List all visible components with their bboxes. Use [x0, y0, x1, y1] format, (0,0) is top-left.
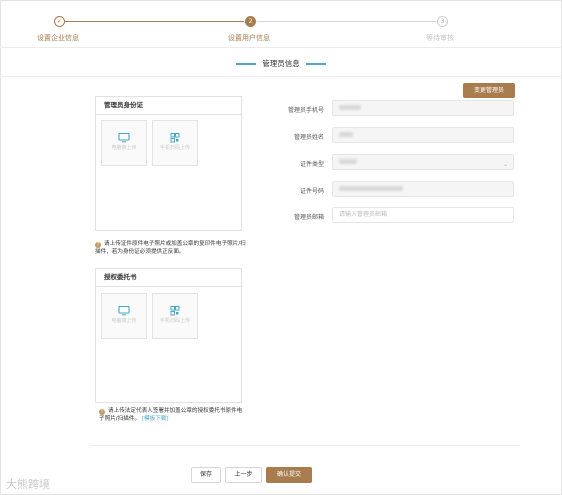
section-title: 管理员信息 — [0, 58, 562, 69]
authorization-mobile-upload-tile[interactable]: 手机扫码上传 — [152, 293, 198, 339]
save-button[interactable]: 保存 — [191, 467, 221, 483]
divider-top — [0, 47, 562, 48]
previous-step-button[interactable]: 上一步 — [225, 467, 262, 483]
id-card-box-title: 管理员身份证 — [96, 97, 241, 115]
id-number-label: 证件号码 — [299, 188, 324, 195]
qr-code-icon — [170, 133, 180, 143]
info-icon: ! — [99, 409, 105, 415]
monitor-icon — [118, 133, 130, 143]
title-dash-left — [236, 63, 257, 65]
id-card-pc-upload-tile[interactable]: 电脑端上传 — [101, 120, 147, 166]
id-card-mobile-upload-label: 手机扫码上传 — [159, 145, 190, 151]
submit-button[interactable]: 确认提交 — [266, 467, 312, 483]
id-card-upload-box: 管理员身份证 电脑端上传 手机扫码上传 — [95, 96, 242, 231]
phone-field — [332, 100, 514, 116]
id-number-masked-value — [339, 186, 403, 191]
step-1-label: 设置企业信息 — [37, 34, 79, 42]
title-dash-right — [305, 63, 326, 65]
progress-steps: ✓ 2 3 设置企业信息 设置用户信息 等待审核 — [0, 0, 562, 46]
authorization-box-title: 授权委托书 — [96, 269, 241, 287]
id-card-note: ! 请上传证件原件电子照片或加盖公章的复印件电子照片/扫描件，若为身份证必须提供正… — [95, 240, 247, 256]
step-2-label: 设置用户信息 — [228, 34, 270, 42]
id-type-select[interactable]: ⌄ — [332, 154, 514, 170]
page-frame — [0, 0, 562, 495]
id-type-masked-value — [339, 159, 357, 164]
name-label: 管理员姓名 — [293, 134, 324, 141]
step-3-number: 3 — [437, 16, 448, 27]
phone-label: 管理员手机号 — [287, 107, 324, 114]
authorization-note-text: 请上传法定代表人签署并加盖公章的授权委托书原件电子照片/扫描件。 — [99, 408, 243, 422]
authorization-upload-box: 授权委托书 电脑端上传 手机扫码上传 — [95, 268, 242, 403]
divider-footer — [90, 445, 520, 446]
change-admin-button[interactable]: 变更管理员 — [463, 83, 515, 98]
authorization-mobile-upload-label: 手机扫码上传 — [159, 318, 190, 324]
id-card-note-text: 请上传证件原件电子照片或加盖公章的复印件电子照片/扫描件，若为身份证必须提供正反… — [95, 241, 246, 255]
id-type-label: 证件类型 — [299, 161, 324, 168]
authorization-pc-upload-tile[interactable]: 电脑端上传 — [101, 293, 147, 339]
info-icon: ! — [95, 242, 101, 248]
authorization-note: ! 请上传法定代表人签署并加盖公章的授权委托书原件电子照片/扫描件。 [模板下载] — [99, 407, 244, 423]
name-field — [332, 127, 514, 143]
authorization-pc-upload-label: 电脑端上传 — [111, 318, 137, 324]
email-label: 管理员邮箱 — [293, 214, 324, 221]
watermark: 大熊跨境 — [6, 478, 50, 491]
qr-code-icon — [170, 306, 180, 316]
step-1-check-icon: ✓ — [54, 16, 65, 27]
name-masked-value — [339, 132, 353, 137]
id-card-pc-upload-label: 电脑端上传 — [111, 145, 137, 151]
divider-section — [0, 76, 562, 77]
id-card-mobile-upload-tile[interactable]: 手机扫码上传 — [152, 120, 198, 166]
email-field[interactable]: 请输入管理员邮箱 — [332, 207, 514, 223]
id-number-field — [332, 181, 514, 197]
step-line-todo — [257, 21, 438, 22]
monitor-icon — [118, 306, 130, 316]
step-2-number: 2 — [245, 16, 256, 27]
section-title-text: 管理员信息 — [262, 59, 300, 68]
chevron-down-icon: ⌄ — [502, 161, 508, 168]
step-line-done — [64, 21, 244, 22]
template-download-link[interactable]: [模板下载] — [142, 416, 169, 422]
phone-masked-value — [339, 105, 361, 110]
step-3-label: 等待审核 — [426, 34, 454, 42]
